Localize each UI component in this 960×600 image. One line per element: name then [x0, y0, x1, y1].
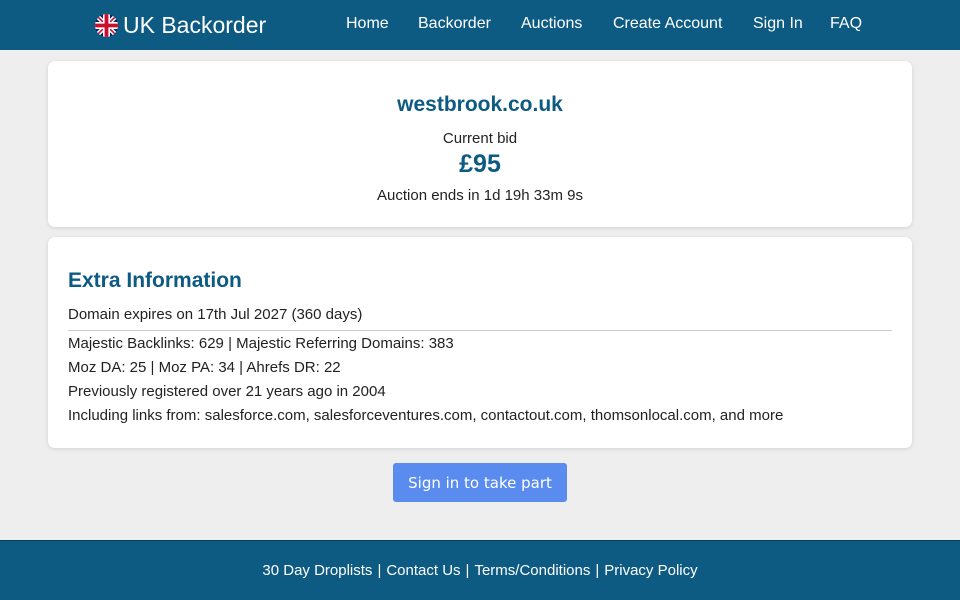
registration-history: Previously registered over 21 years ago … — [68, 383, 386, 400]
current-bid-label: Current bid — [442, 130, 518, 147]
extra-info-card: Extra Information Domain expires on 17th… — [48, 237, 912, 448]
moz-ahrefs-stats: Moz DA: 25 | Moz PA: 34 | Ahrefs DR: 22 — [68, 359, 341, 376]
extra-info-heading: Extra Information — [68, 269, 242, 292]
sign-in-to-bid-button[interactable]: Sign in to take part — [393, 463, 567, 502]
domain-expiry: Domain expires on 17th Jul 2027 (360 day… — [68, 306, 363, 323]
footer-link-droplists[interactable]: 30 Day Droplists — [262, 562, 372, 579]
nav-sign-in[interactable]: Sign In — [753, 15, 803, 33]
nav-auctions[interactable]: Auctions — [521, 15, 582, 33]
domain-name: westbrook.co.uk — [397, 93, 563, 116]
linking-domains: Including links from: salesforce.com, sa… — [68, 407, 784, 424]
nav-home[interactable]: Home — [346, 15, 389, 33]
footer-separator: | — [465, 562, 470, 579]
main-nav: Home Backorder Auctions Create Account S… — [0, 0, 960, 50]
footer-separator: | — [595, 562, 600, 579]
auction-card: westbrook.co.uk Current bid £95 Auction … — [48, 61, 912, 227]
footer-link-privacy[interactable]: Privacy Policy — [604, 562, 697, 579]
footer-link-contact[interactable]: Contact Us — [386, 562, 460, 579]
nav-create-account[interactable]: Create Account — [613, 15, 722, 33]
footer: 30 Day Droplists | Contact Us | Terms/Co… — [0, 540, 960, 600]
top-navbar: UK Backorder Home Backorder Auctions Cre… — [0, 0, 960, 50]
nav-faq[interactable]: FAQ — [830, 15, 862, 33]
divider — [68, 330, 892, 331]
auction-countdown: Auction ends in 1d 19h 33m 9s — [377, 187, 583, 204]
nav-backorder[interactable]: Backorder — [418, 15, 491, 33]
majestic-stats: Majestic Backlinks: 629 | Majestic Refer… — [68, 335, 454, 352]
footer-link-terms[interactable]: Terms/Conditions — [474, 562, 590, 579]
current-bid-value: £95 — [459, 150, 501, 178]
footer-separator: | — [377, 562, 382, 579]
